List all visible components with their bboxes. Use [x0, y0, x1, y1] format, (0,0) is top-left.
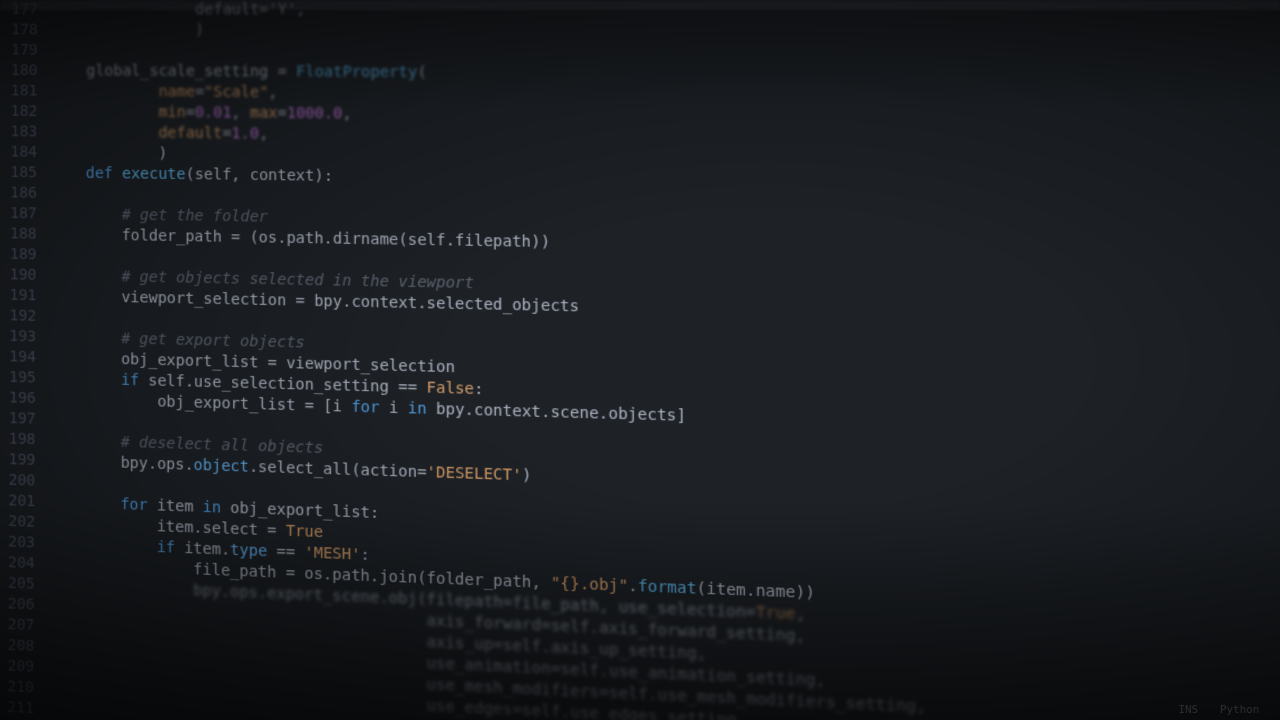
line-number: 203 [0, 532, 35, 554]
line-number: 179 [0, 41, 38, 62]
line-number: 193 [0, 326, 36, 347]
line-number: 177 [0, 0, 38, 20]
line-number: 180 [0, 61, 38, 82]
line-number: 181 [0, 81, 38, 102]
line-number: 186 [0, 183, 37, 204]
line-number: 194 [0, 347, 36, 368]
line-number: 206 [0, 594, 35, 616]
status-insert-mode: INS [1179, 703, 1199, 716]
line-number: 188 [0, 224, 37, 245]
status-bar: INS Python [1179, 703, 1260, 716]
line-number: 200 [0, 470, 35, 492]
line-number: 187 [0, 204, 37, 225]
line-number: 204 [0, 553, 35, 575]
line-number-gutter: 177 178 179 180 181 182 183 184 185 186 … [0, 0, 51, 720]
line-number: 209 [0, 656, 34, 678]
line-number: 195 [0, 367, 36, 389]
status-language[interactable]: Python [1220, 703, 1259, 716]
line-number: 207 [0, 614, 35, 636]
line-number: 189 [0, 245, 37, 266]
code-line[interactable]: default='Y', [51, 0, 1280, 22]
line-number: 201 [0, 491, 35, 513]
line-number: 211 [0, 697, 34, 720]
line-number: 182 [0, 102, 37, 123]
line-number: 184 [0, 142, 37, 163]
line-number: 190 [0, 265, 37, 286]
line-number: 208 [0, 635, 34, 657]
line-number: 205 [0, 573, 35, 595]
line-number: 210 [0, 676, 34, 699]
line-number: 191 [0, 286, 36, 307]
line-number: 198 [0, 429, 36, 451]
line-number: 197 [0, 409, 36, 431]
line-number: 199 [0, 450, 36, 472]
code-area[interactable]: default='Y', ) global_scale_setting = Fl… [47, 0, 1280, 720]
line-number: 202 [0, 511, 35, 533]
line-number: 192 [0, 306, 36, 327]
line-number: 185 [0, 163, 37, 184]
line-number: 178 [0, 20, 38, 40]
line-number: 196 [0, 388, 36, 410]
code-editor[interactable]: 177 178 179 180 181 182 183 184 185 186 … [0, 0, 1280, 720]
line-number: 183 [0, 122, 37, 143]
